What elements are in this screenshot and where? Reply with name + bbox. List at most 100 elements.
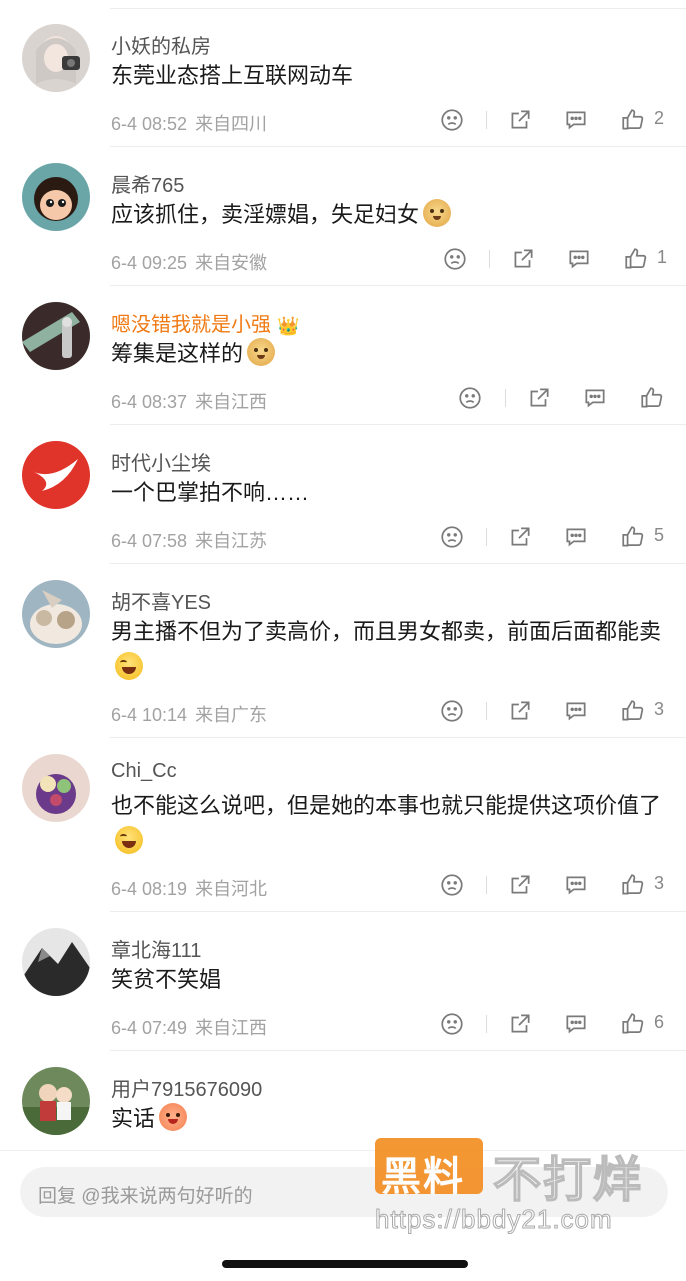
comment-text-content: 实话 (111, 1106, 156, 1131)
share-button[interactable] (505, 696, 535, 726)
comment-text-content: 也不能这么说吧，但是她的本事也就只能提供这项价值了 (111, 793, 662, 818)
comment-actions (0, 383, 686, 413)
commenter-name[interactable]: 嗯没错我就是小强 👑 (111, 308, 299, 337)
commenter-name[interactable]: 小妖的私房 (111, 30, 211, 59)
share-button[interactable] (505, 1009, 535, 1039)
comment-divider (110, 146, 686, 147)
commenter-name[interactable]: Chi_Cc (111, 760, 177, 783)
comment-text: 东莞业态搭上互联网动车 (111, 58, 664, 94)
action-separator (486, 876, 487, 894)
watermark-url: https://bbdy21.com (375, 1204, 613, 1235)
like-button[interactable]: 1 (621, 244, 667, 274)
watermark-badge: 黑料 (375, 1138, 483, 1199)
comment-text-content: 东莞业态搭上互联网动车 (111, 63, 354, 88)
comment-text: 应该抓住，卖淫嫖娼，失足妇女 (111, 197, 664, 233)
avatar[interactable] (22, 928, 90, 996)
share-button[interactable] (508, 244, 538, 274)
dislike-button[interactable] (437, 870, 467, 900)
comment-divider (110, 1050, 686, 1051)
share-button[interactable] (505, 105, 535, 135)
commenter-name[interactable]: 章北海111 (111, 934, 201, 963)
share-button[interactable] (505, 522, 535, 552)
dislike-button[interactable] (437, 522, 467, 552)
share-icon (511, 527, 530, 546)
avatar[interactable] (22, 163, 90, 231)
doge-emoji-icon (247, 338, 276, 366)
comment-text: 筹集是这样的 (111, 336, 664, 372)
thumbs-up-icon (622, 109, 644, 130)
comment-text-content: 筹集是这样的 (111, 341, 244, 366)
avatar[interactable] (22, 302, 90, 370)
avatar[interactable] (22, 580, 90, 648)
comment-bubble-icon (566, 1015, 586, 1034)
comment-bubble-icon (566, 528, 586, 547)
reply-button[interactable] (580, 383, 610, 413)
share-button[interactable] (524, 383, 554, 413)
action-separator (486, 528, 487, 546)
like-button[interactable]: 5 (618, 522, 664, 552)
comment-divider (110, 285, 686, 286)
commenter-name[interactable]: 晨希765 (111, 169, 184, 198)
avatar[interactable] (22, 441, 90, 509)
comment-actions: 6 (0, 1009, 686, 1039)
watermark-title: 不打烊 (492, 1153, 644, 1208)
share-icon (511, 701, 530, 720)
like-button[interactable]: 3 (618, 696, 664, 726)
share-icon (511, 1014, 530, 1033)
comment-actions: 3 (0, 696, 686, 726)
thumbs-up-icon (622, 700, 644, 721)
comment-divider (110, 563, 686, 564)
frown-face-icon (441, 526, 463, 548)
dislike-button[interactable] (437, 696, 467, 726)
reply-button[interactable] (561, 1009, 591, 1039)
comment-actions: 1 (0, 244, 686, 274)
action-separator (486, 702, 487, 720)
comment-bubble-icon (566, 702, 586, 721)
comment-bubble-icon (585, 389, 605, 408)
comment-text-content: 应该抓住，卖淫嫖娼，失足妇女 (111, 202, 420, 227)
avatar[interactable] (22, 754, 90, 822)
laughing-tears-emoji-icon (115, 652, 143, 680)
comment-text: 实话 (111, 1101, 664, 1137)
share-button[interactable] (505, 870, 535, 900)
action-separator (486, 1015, 487, 1033)
crown-badge-icon: 👑 (277, 316, 300, 336)
reply-button[interactable] (561, 870, 591, 900)
frown-face-icon (441, 1013, 463, 1035)
commenter-name[interactable]: 胡不喜YES (111, 586, 211, 615)
dislike-button[interactable] (437, 105, 467, 135)
comment-text: 笑贫不笑娼 (111, 962, 664, 998)
dislike-button[interactable] (455, 383, 485, 413)
commenter-name-text: 嗯没错我就是小强 (111, 314, 271, 336)
share-icon (511, 875, 530, 894)
commenter-name[interactable]: 用户7915676090 (111, 1073, 262, 1102)
reply-placeholder: 回复 @我来说两句好听的 (38, 1186, 253, 1207)
share-icon (530, 388, 549, 407)
dislike-button[interactable] (437, 1009, 467, 1039)
reply-button[interactable] (564, 244, 594, 274)
reply-button[interactable] (561, 522, 591, 552)
like-count: 6 (654, 1012, 665, 1032)
happy-face-emoji-icon (159, 1103, 188, 1131)
thumbs-up-icon (622, 1013, 644, 1034)
commenter-name[interactable]: 时代小尘埃 (111, 447, 211, 476)
like-button[interactable]: 6 (618, 1009, 664, 1039)
laughing-tears-emoji-icon (115, 826, 143, 854)
like-count: 2 (654, 108, 665, 128)
like-button[interactable]: 3 (618, 870, 664, 900)
avatar[interactable] (22, 1067, 90, 1135)
comment-bubble-icon (569, 250, 589, 269)
dislike-button[interactable] (440, 244, 470, 274)
like-button[interactable] (637, 383, 667, 413)
frown-face-icon (441, 700, 463, 722)
avatar[interactable] (22, 24, 90, 92)
reply-button[interactable] (561, 696, 591, 726)
thumbs-up-icon (625, 248, 647, 269)
like-button[interactable]: 2 (618, 105, 664, 135)
reply-button[interactable] (561, 105, 591, 135)
thumbs-up-icon (622, 526, 644, 547)
like-count: 3 (654, 873, 665, 893)
top-divider (110, 8, 686, 9)
frown-face-icon (441, 109, 463, 131)
doge-emoji-icon (423, 199, 452, 227)
